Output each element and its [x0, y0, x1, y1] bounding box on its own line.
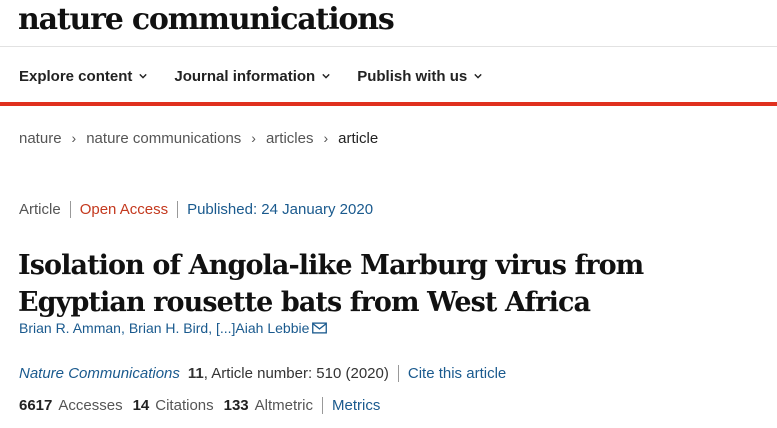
breadcrumb-article: article: [338, 129, 379, 147]
accesses-count: 6617: [19, 397, 53, 414]
header-divider: [0, 46, 777, 47]
mail-icon[interactable]: [312, 322, 328, 334]
metrics-link[interactable]: Metrics: [332, 397, 380, 414]
journal-link[interactable]: Nature Communications: [19, 365, 180, 382]
meta-divider: [177, 201, 179, 218]
article-type: Article: [19, 201, 61, 218]
citation-divider: [397, 365, 399, 382]
site-logo[interactable]: nature communications: [18, 0, 395, 46]
author-link[interactable]: Brian H. Bird: [129, 320, 208, 336]
article-meta: Article Open Access Published: 24 Januar…: [19, 201, 373, 218]
citation-line: Nature Communications 11 , Article numbe…: [19, 365, 506, 382]
chevron-down-icon: [474, 73, 482, 79]
metrics-divider: [322, 397, 323, 414]
nav-explore-content[interactable]: Explore content: [19, 67, 148, 85]
nav-explore-label: Explore content: [19, 67, 133, 85]
accent-bar: [0, 102, 777, 106]
chevron-down-icon: [322, 73, 330, 79]
author-list: Brian R. Amman , Brian H. Bird , [...] A…: [19, 320, 328, 336]
main-nav: Explore content Journal information Publ…: [19, 64, 482, 88]
chevron-right-icon: ›: [71, 130, 77, 146]
citations-count: 14: [132, 397, 150, 414]
nav-journal-information[interactable]: Journal information: [174, 68, 330, 85]
author-separator: ,: [208, 320, 216, 336]
chevron-right-icon: ›: [323, 130, 329, 146]
author-link[interactable]: Brian R. Amman: [19, 320, 121, 336]
author-separator: ,: [120, 320, 125, 336]
breadcrumb-articles[interactable]: articles: [266, 130, 314, 147]
nav-publish-label: Publish with us: [357, 67, 468, 85]
meta-divider: [69, 201, 71, 218]
breadcrumb-nature[interactable]: nature: [19, 130, 62, 147]
show-all-authors-button[interactable]: [...]: [216, 320, 235, 336]
altmetric-label: Altmetric: [254, 397, 313, 414]
breadcrumb: nature › nature communications › article…: [19, 128, 378, 148]
volume-number: 11: [187, 365, 204, 382]
chevron-right-icon: ›: [251, 130, 256, 146]
article-number: , Article number: 510 (2020): [203, 365, 389, 382]
published-date: Published: 24 January 2020: [187, 201, 374, 218]
article-metrics: 6617 Accesses 14 Citations 133 Altmetric…: [19, 397, 380, 414]
nav-journal-label: Journal information: [174, 67, 316, 85]
cite-this-article-link[interactable]: Cite this article: [408, 365, 506, 382]
nav-publish-with-us[interactable]: Publish with us: [357, 68, 482, 85]
accesses-label: Accesses: [58, 397, 123, 414]
chevron-down-icon: [139, 73, 148, 79]
article-title: Isolation of Angola-like Marburg virus f…: [18, 250, 644, 319]
open-access-badge: Open Access: [79, 201, 169, 218]
author-link[interactable]: Aiah Lebbie: [235, 320, 309, 336]
citations-label: Citations: [155, 397, 214, 414]
breadcrumb-nature-communications[interactable]: nature communications: [86, 130, 241, 147]
altmetric-score: 133: [223, 397, 249, 414]
